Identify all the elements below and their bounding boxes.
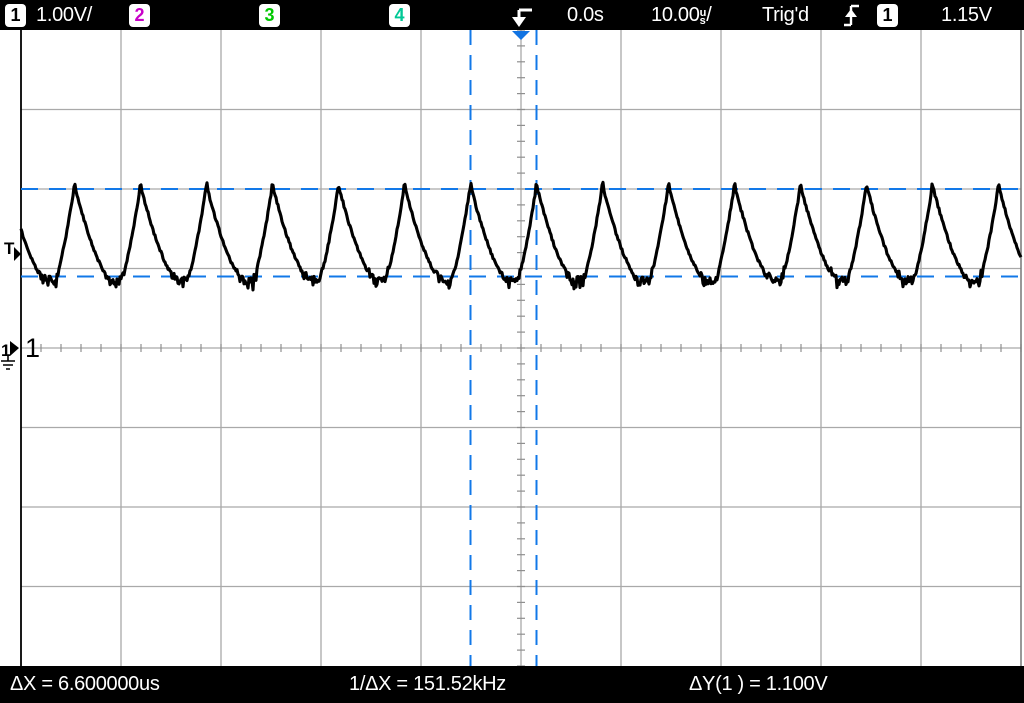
trigger-level-marker-label: T bbox=[4, 239, 15, 258]
delta-x-readout: ΔX = 6.600000us bbox=[10, 666, 160, 703]
ch1-scale[interactable]: 1.00V/ bbox=[36, 0, 92, 30]
ch2-badge[interactable]: 2 bbox=[129, 4, 150, 27]
status-bar: 1 1.00V/ 2 3 4 0.0s 10.00us/ Trig'd 1 1.… bbox=[0, 0, 1024, 30]
timebase-readout[interactable]: 10.00us/ bbox=[651, 0, 712, 30]
timebase-suffix: / bbox=[706, 4, 711, 26]
ch3-badge[interactable]: 3 bbox=[259, 4, 280, 27]
ch1-ground-marker-label: 1 bbox=[1, 341, 10, 360]
timebase-value: 10.00 bbox=[651, 4, 700, 26]
trigger-source-badge[interactable]: 1 bbox=[877, 4, 898, 27]
waveform-display: T 1 1 bbox=[0, 0, 1024, 703]
delay-time-value[interactable]: 0.0s bbox=[567, 0, 604, 30]
delta-y-readout: ΔY(1 ) = 1.100V bbox=[689, 666, 827, 703]
ch1-badge[interactable]: 1 bbox=[5, 4, 26, 27]
rising-edge-trigger-icon[interactable] bbox=[843, 2, 861, 34]
oscilloscope-screen: T 1 1 1 1.00V/ 2 3 4 0.0s 10.00us/ Trig'… bbox=[0, 0, 1024, 703]
inverse-delta-x-readout: 1/ΔX = 151.52kHz bbox=[349, 666, 506, 703]
trigger-status: Trig'd bbox=[762, 0, 809, 30]
trigger-delay-icon bbox=[506, 3, 534, 34]
timebase-unit-bottom: s bbox=[700, 15, 706, 27]
measurement-bar: ΔX = 6.600000us 1/ΔX = 151.52kHz ΔY(1 ) … bbox=[0, 666, 1024, 703]
ch1-trace-label: 1 bbox=[25, 333, 40, 363]
ch4-badge[interactable]: 4 bbox=[389, 4, 410, 27]
trigger-level-value[interactable]: 1.15V bbox=[941, 0, 992, 30]
